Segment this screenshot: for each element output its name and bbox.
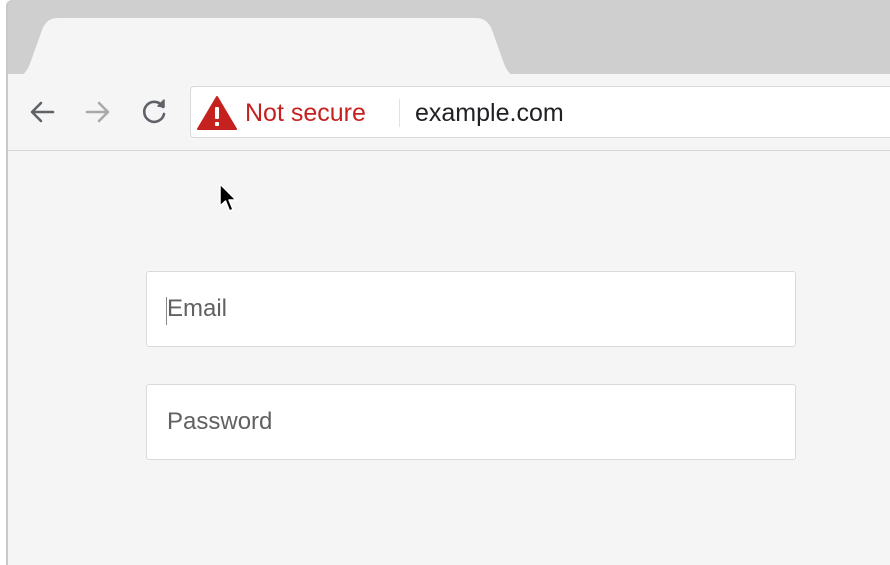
arrow-right-icon	[85, 101, 110, 123]
security-status-label[interactable]: Not secure	[245, 99, 366, 128]
mouse-pointer-icon	[219, 183, 237, 212]
forward-button[interactable]	[80, 94, 116, 130]
email-field[interactable]	[146, 271, 796, 347]
page-content	[8, 151, 890, 565]
tab-strip	[8, 0, 890, 78]
address-bar-divider	[399, 99, 400, 127]
url-text[interactable]: example.com	[415, 99, 564, 128]
reload-button[interactable]	[136, 94, 172, 130]
address-bar[interactable]: Not secure example.com	[190, 86, 890, 138]
password-field[interactable]	[146, 384, 796, 460]
active-tab[interactable]	[12, 18, 522, 78]
browser-window: Not secure example.com	[6, 0, 890, 565]
warning-triangle-icon[interactable]	[197, 95, 237, 131]
text-caret	[166, 297, 167, 325]
back-button[interactable]	[24, 94, 60, 130]
browser-toolbar: Not secure example.com	[8, 74, 890, 151]
arrow-left-icon	[30, 101, 55, 123]
reload-icon	[143, 99, 166, 124]
